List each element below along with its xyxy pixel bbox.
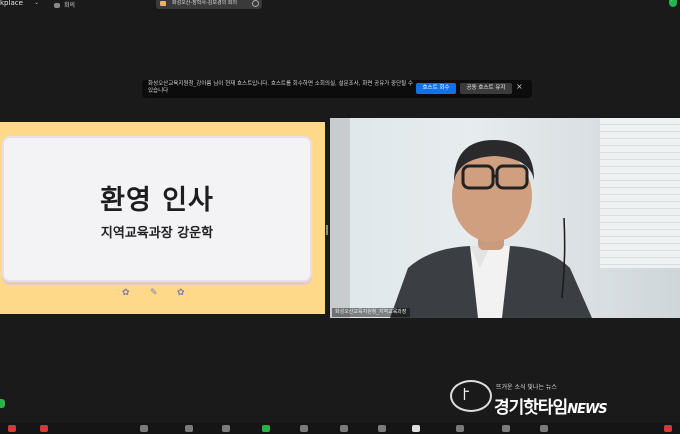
apps-icon[interactable]	[378, 425, 386, 432]
whiteboard-icon[interactable]	[412, 425, 420, 432]
summary-icon[interactable]	[502, 425, 510, 432]
more-icon[interactable]	[252, 0, 259, 7]
participant-figure	[390, 140, 592, 318]
slide-controls: ✿ ✎ ✿	[30, 288, 294, 304]
meeting-tab[interactable]: 회의	[54, 0, 75, 9]
brand-news: NEWS	[567, 402, 607, 417]
top-bar: kplace ⌄ 회의 화성오산-장학사-김보경의 회의	[0, 0, 680, 12]
meeting-title-pill[interactable]: 화성오산-장학사-김보경의 회의	[156, 0, 262, 9]
participants-icon[interactable]	[185, 425, 193, 432]
tile-resize-handle[interactable]	[326, 225, 328, 235]
meeting-icon	[54, 3, 60, 8]
share-screen-icon[interactable]	[262, 425, 270, 432]
leave-icon[interactable]	[664, 425, 672, 432]
video-off-icon[interactable]	[40, 425, 48, 432]
gear-icon[interactable]: ✿	[122, 288, 130, 298]
brand-slogan: 뜨거운 소식 빛나는 뉴스	[496, 384, 557, 391]
brand-name-text: 경기핫타임	[494, 398, 568, 418]
security-icon[interactable]	[140, 425, 148, 432]
keep-cohost-button[interactable]: 공동 호스트 유지	[460, 83, 512, 94]
banner-message: 화성오산교육지원청_강아름 님이 현재 호스트입니다. 호스트를 회수하면 소회…	[148, 81, 414, 94]
meeting-title: 화성오산-장학사-김보경의 회의	[172, 0, 237, 6]
meeting-toolbar	[0, 423, 680, 434]
slide-title: 환영 인사	[100, 185, 214, 216]
brand-logo	[450, 380, 492, 412]
slide-subtitle: 지역교육과장 강운학	[100, 226, 214, 241]
slide-board: 환영 인사 지역교육과장 강운학	[2, 136, 312, 282]
app-label[interactable]: kplace	[0, 0, 23, 7]
chevron-down-icon[interactable]: ⌄	[34, 0, 39, 6]
side-indicator	[0, 399, 5, 408]
pencil-icon[interactable]: ✎	[150, 288, 158, 298]
host-notification-banner: 화성오산교육지원청_강아름 님이 현재 호스트입니다. 호스트를 회수하면 소회…	[142, 80, 532, 98]
close-icon[interactable]: ×	[516, 82, 523, 91]
mute-icon[interactable]	[8, 425, 16, 432]
lock-icon	[160, 1, 166, 6]
record-icon[interactable]	[300, 425, 308, 432]
participant-name: 화성오산교육지원청_지역교육과장	[332, 308, 410, 317]
meeting-label: 회의	[64, 2, 76, 9]
notes-icon[interactable]	[456, 425, 464, 432]
brand-name: 경기핫타임NEWS	[494, 393, 608, 418]
participant-video-tile[interactable]: 화성오산교육지원청_지역교육과장	[330, 118, 680, 318]
chat-icon[interactable]	[222, 425, 230, 432]
settings-icon[interactable]: ✿	[177, 288, 185, 298]
reactions-icon[interactable]	[340, 425, 348, 432]
more-tools-icon[interactable]	[540, 425, 548, 432]
shield-check-icon[interactable]	[669, 0, 677, 7]
shared-screen-tile[interactable]: 환영 인사 지역교육과장 강운학 ✿ ✎ ✿	[0, 122, 325, 314]
take-host-button[interactable]: 호스트 회수	[416, 83, 456, 94]
